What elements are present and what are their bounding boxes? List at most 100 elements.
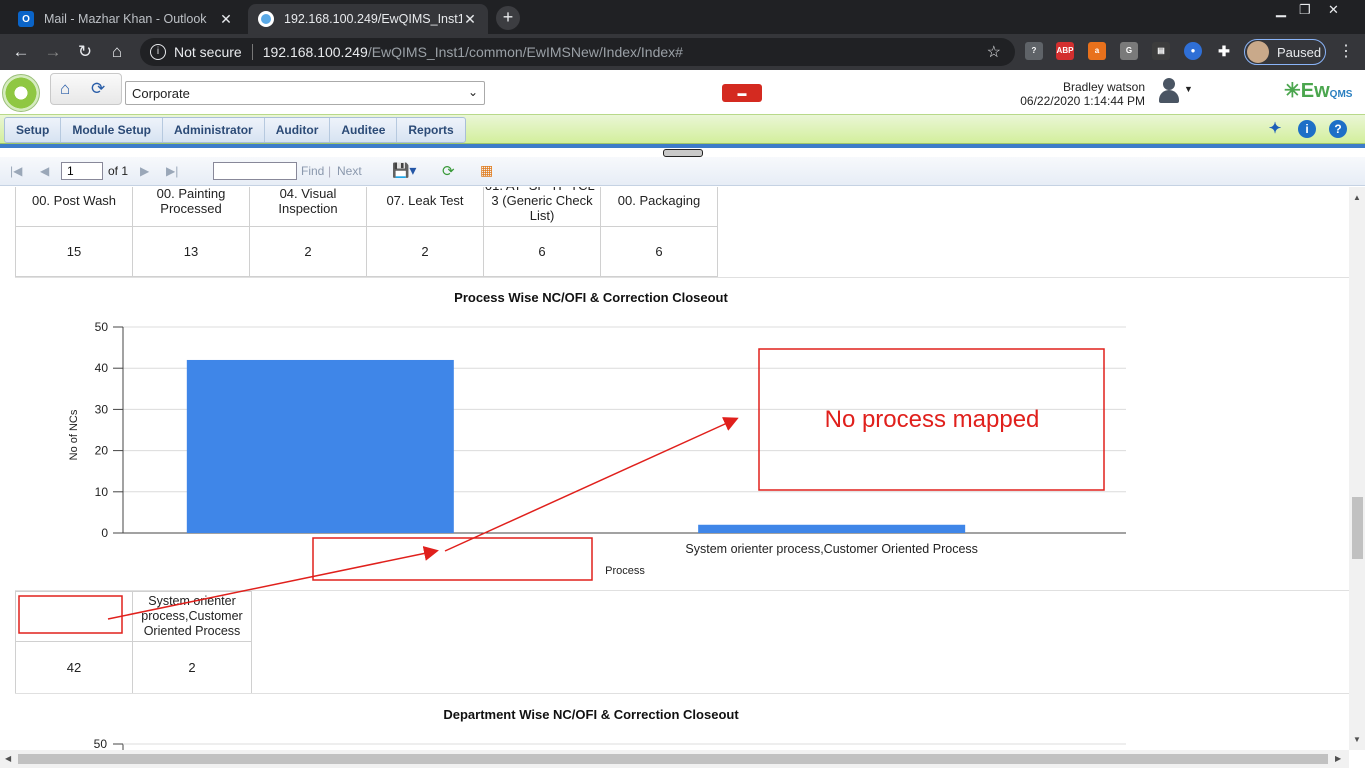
next-page-icon[interactable]: ▶ bbox=[140, 164, 149, 178]
menu-item-auditee[interactable]: Auditee bbox=[330, 118, 398, 142]
browser-tab-strip: O Mail - Mazhar Khan - Outlook ✕ 192.168… bbox=[0, 0, 1365, 34]
chart-title: Process Wise NC/OFI & Correction Closeou… bbox=[454, 290, 728, 305]
first-page-icon[interactable]: |◀ bbox=[10, 164, 22, 178]
scroll-thumb[interactable] bbox=[1352, 497, 1363, 559]
forward-icon[interactable]: → bbox=[42, 41, 64, 63]
pin-icon[interactable]: ✦ bbox=[1266, 120, 1284, 138]
y-tick-label: 30 bbox=[95, 402, 109, 416]
ewqims-logo: ✳EwQMS bbox=[1284, 80, 1353, 102]
vertical-scrollbar[interactable]: ▲ ▼ bbox=[1349, 187, 1365, 750]
globe-icon bbox=[258, 11, 274, 27]
window-close-icon[interactable]: ✕ bbox=[1328, 2, 1339, 18]
refresh-icon[interactable]: ⟳ bbox=[91, 79, 105, 99]
menu-item-auditor[interactable]: Auditor bbox=[265, 118, 331, 142]
menu-item-setup[interactable]: Setup bbox=[5, 118, 62, 142]
extension-question-icon[interactable]: ? bbox=[1025, 42, 1043, 60]
header-button-group: ⌂ ⟳ bbox=[50, 73, 122, 105]
table-header-cell: 01. AT- SP-TP TCL-3 (Generic Check List) bbox=[483, 187, 601, 227]
table-header-cell: 07. Leak Test bbox=[366, 187, 484, 227]
tab-title: 192.168.100.249/EwQIMS_Inst1/c bbox=[284, 12, 462, 26]
user-menu-caret-icon[interactable]: ▼ bbox=[1184, 84, 1193, 94]
refresh-report-icon[interactable]: ⟳ bbox=[442, 162, 455, 180]
scroll-left-icon[interactable]: ◀ bbox=[5, 754, 11, 763]
extension-g-icon[interactable]: G bbox=[1120, 42, 1138, 60]
extensions-puzzle-icon[interactable]: ✚ bbox=[1215, 42, 1233, 60]
y-tick-label: 50 bbox=[95, 320, 109, 334]
tab-outlook[interactable]: O Mail - Mazhar Khan - Outlook ✕ bbox=[8, 4, 244, 34]
browser-menu-icon[interactable]: ⋮ bbox=[1338, 41, 1354, 61]
back-icon[interactable]: ← bbox=[10, 41, 32, 63]
user-avatar-icon[interactable] bbox=[1156, 76, 1182, 104]
extension-doc-icon[interactable]: ▤ bbox=[1152, 42, 1170, 60]
extension-bag-icon[interactable]: a bbox=[1088, 42, 1106, 60]
table-value-cell: 2 bbox=[366, 226, 484, 277]
table-header-cell bbox=[15, 591, 133, 642]
table-value-cell: 6 bbox=[600, 226, 718, 277]
reload-icon[interactable]: ↻ bbox=[74, 41, 96, 63]
bar bbox=[186, 359, 454, 533]
company-logo: ▬ bbox=[697, 80, 787, 106]
table-value-cell: 15 bbox=[15, 226, 133, 277]
table-value-cell: 13 bbox=[132, 226, 250, 277]
page-count: of 1 bbox=[108, 164, 129, 178]
home-icon[interactable]: ⌂ bbox=[106, 41, 128, 63]
print-layout-icon[interactable]: ▦ bbox=[480, 162, 493, 179]
horizontal-scrollbar[interactable]: ◀ ▶ bbox=[0, 750, 1349, 768]
profile-status: Paused bbox=[1277, 44, 1322, 60]
info-icon[interactable]: i bbox=[1298, 120, 1316, 138]
x-axis-label: Process bbox=[605, 565, 645, 577]
profile-button[interactable]: Paused bbox=[1244, 39, 1326, 65]
restore-icon[interactable]: ❐ bbox=[1299, 2, 1311, 18]
home-icon[interactable]: ⌂ bbox=[60, 79, 70, 99]
table-header-cell: 04. Visual Inspection bbox=[249, 187, 367, 227]
table-header-cell: System orienter process,Customer Oriente… bbox=[132, 591, 252, 642]
table-value-cell: 6 bbox=[483, 226, 601, 277]
y-tick-label: 10 bbox=[95, 485, 109, 499]
tab-ewqims[interactable]: 192.168.100.249/EwQIMS_Inst1/c ✕ bbox=[248, 4, 488, 34]
table-header-cell: 00. Painting Processed bbox=[132, 187, 250, 227]
y-tick-label: 0 bbox=[101, 526, 108, 540]
find-link[interactable]: Find bbox=[301, 164, 324, 178]
bookmark-star-icon[interactable]: ☆ bbox=[987, 42, 1001, 62]
page-number-input[interactable]: 1 bbox=[61, 162, 103, 180]
section-divider bbox=[15, 693, 1349, 694]
next-chart-axis: 50 bbox=[94, 737, 1126, 750]
header-divider bbox=[0, 144, 1365, 148]
extension-circle-icon[interactable]: ● bbox=[1184, 42, 1202, 60]
new-tab-button[interactable]: + bbox=[496, 6, 520, 30]
last-page-icon[interactable]: ▶| bbox=[166, 164, 178, 178]
help-icon[interactable]: ? bbox=[1329, 120, 1347, 138]
scroll-thumb[interactable] bbox=[18, 754, 1328, 764]
table-value-cell: 2 bbox=[249, 226, 367, 277]
section-divider bbox=[15, 277, 1349, 278]
scroll-right-icon[interactable]: ▶ bbox=[1335, 754, 1341, 763]
export-save-icon[interactable]: 💾▾ bbox=[392, 162, 416, 179]
address-bar[interactable]: i Not secure 192.168.100.249/EwQIMS_Inst… bbox=[140, 38, 1015, 66]
report-viewer: 00. Post Wash 00. Painting Processed 04.… bbox=[0, 187, 1349, 750]
chevron-down-icon: ⌄ bbox=[467, 85, 478, 99]
organization-select-value: Corporate bbox=[132, 86, 190, 101]
y-axis-label: No of NCs bbox=[68, 409, 80, 460]
user-info: Bradley watson 06/22/2020 1:14:44 PM bbox=[1020, 80, 1145, 108]
close-tab-icon[interactable]: ✕ bbox=[462, 11, 478, 28]
info-icon[interactable]: i bbox=[150, 44, 166, 60]
avatar bbox=[1247, 41, 1269, 63]
previous-page-icon[interactable]: ◀ bbox=[40, 164, 49, 178]
table-header-cell: 00. Post Wash bbox=[15, 187, 133, 227]
table-value-cell: 42 bbox=[15, 641, 133, 694]
minimize-icon[interactable]: ▁ bbox=[1276, 2, 1286, 18]
adblock-icon[interactable]: ABP bbox=[1056, 42, 1074, 60]
splitter-handle[interactable] bbox=[663, 149, 703, 157]
outlook-icon: O bbox=[18, 11, 34, 27]
process-bar-chart: 0 10 20 30 40 50 System orienter process,Custo… bbox=[68, 320, 1126, 577]
find-input[interactable] bbox=[213, 162, 297, 180]
close-tab-icon[interactable]: ✕ bbox=[218, 11, 234, 28]
menu-item-reports[interactable]: Reports bbox=[397, 118, 464, 142]
x-tick-label: System orienter process,Customer Oriente… bbox=[685, 542, 977, 556]
menu-item-module-setup[interactable]: Module Setup bbox=[61, 118, 164, 142]
next-link[interactable]: Next bbox=[337, 164, 362, 178]
organization-select[interactable]: Corporate ⌄ bbox=[125, 81, 485, 105]
menu-item-administrator[interactable]: Administrator bbox=[163, 118, 265, 142]
scroll-up-icon[interactable]: ▲ bbox=[1353, 193, 1361, 202]
scroll-down-icon[interactable]: ▼ bbox=[1353, 735, 1361, 744]
